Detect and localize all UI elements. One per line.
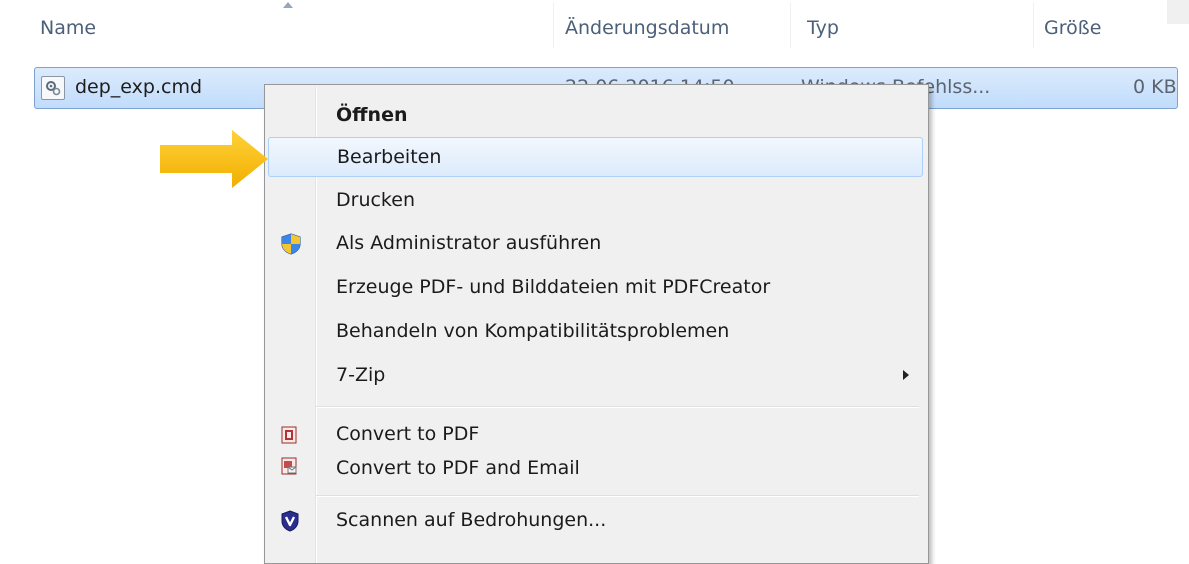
- menu-item-pdfcreator[interactable]: Erzeuge PDF- und Bilddateien mit PDFCrea…: [268, 268, 923, 308]
- column-size-header[interactable]: Größe: [1044, 17, 1101, 39]
- menu-item-edit[interactable]: Bearbeiten: [268, 137, 923, 177]
- column-header: Name Änderungsdatum Typ Größe: [0, 0, 1189, 62]
- menu-item-print[interactable]: Drucken: [268, 181, 923, 221]
- menu-item-label: Behandeln von Kompatibilitätsproblemen: [336, 320, 730, 342]
- menu-item-label: Bearbeiten: [337, 146, 442, 168]
- pdf-convert-icon: [280, 426, 302, 448]
- uac-shield-icon: [280, 233, 302, 255]
- pdf-email-icon: [280, 457, 302, 479]
- menu-item-7zip[interactable]: 7-Zip: [268, 356, 923, 396]
- cmd-script-icon: [41, 76, 65, 100]
- column-modified-header[interactable]: Änderungsdatum: [565, 17, 729, 39]
- menu-item-label: Convert to PDF: [336, 423, 480, 445]
- column-divider[interactable]: [553, 2, 554, 48]
- menu-item-label: Als Administrator ausführen: [336, 232, 602, 254]
- menu-item-open[interactable]: Öffnen: [268, 96, 923, 136]
- annotation-arrow-icon: [160, 130, 268, 188]
- menu-item-label: Convert to PDF and Email: [336, 457, 580, 479]
- menu-item-label: Drucken: [336, 189, 415, 211]
- column-name-header[interactable]: Name: [40, 17, 96, 39]
- menu-item-convert-pdf-email[interactable]: Convert to PDF and Email: [268, 449, 923, 489]
- context-menu: Öffnen Bearbeiten Drucken Als Administra…: [264, 84, 929, 564]
- column-type-header[interactable]: Typ: [807, 17, 839, 39]
- menu-item-run-as-admin[interactable]: Als Administrator ausführen: [268, 224, 923, 264]
- file-size: 0 KB: [1133, 76, 1177, 98]
- scrollbar-corner: [1167, 0, 1189, 24]
- file-name[interactable]: dep_exp.cmd: [75, 76, 202, 98]
- menu-item-label: Scannen auf Bedrohungen...: [336, 509, 607, 531]
- antivirus-shield-icon: [280, 510, 302, 532]
- menu-separator-highlight: [316, 496, 919, 497]
- column-divider[interactable]: [1033, 2, 1034, 48]
- submenu-arrow-icon: [903, 370, 909, 380]
- menu-item-label: 7-Zip: [336, 364, 386, 386]
- menu-separator-highlight: [316, 407, 919, 408]
- menu-item-label: Öffnen: [336, 104, 408, 126]
- column-divider[interactable]: [790, 2, 791, 48]
- menu-item-scan-threats[interactable]: Scannen auf Bedrohungen...: [268, 501, 923, 541]
- menu-item-compatibility[interactable]: Behandeln von Kompatibilitätsproblemen: [268, 312, 923, 352]
- menu-item-label: Erzeuge PDF- und Bilddateien mit PDFCrea…: [336, 276, 771, 298]
- sort-ascending-icon: [283, 2, 293, 8]
